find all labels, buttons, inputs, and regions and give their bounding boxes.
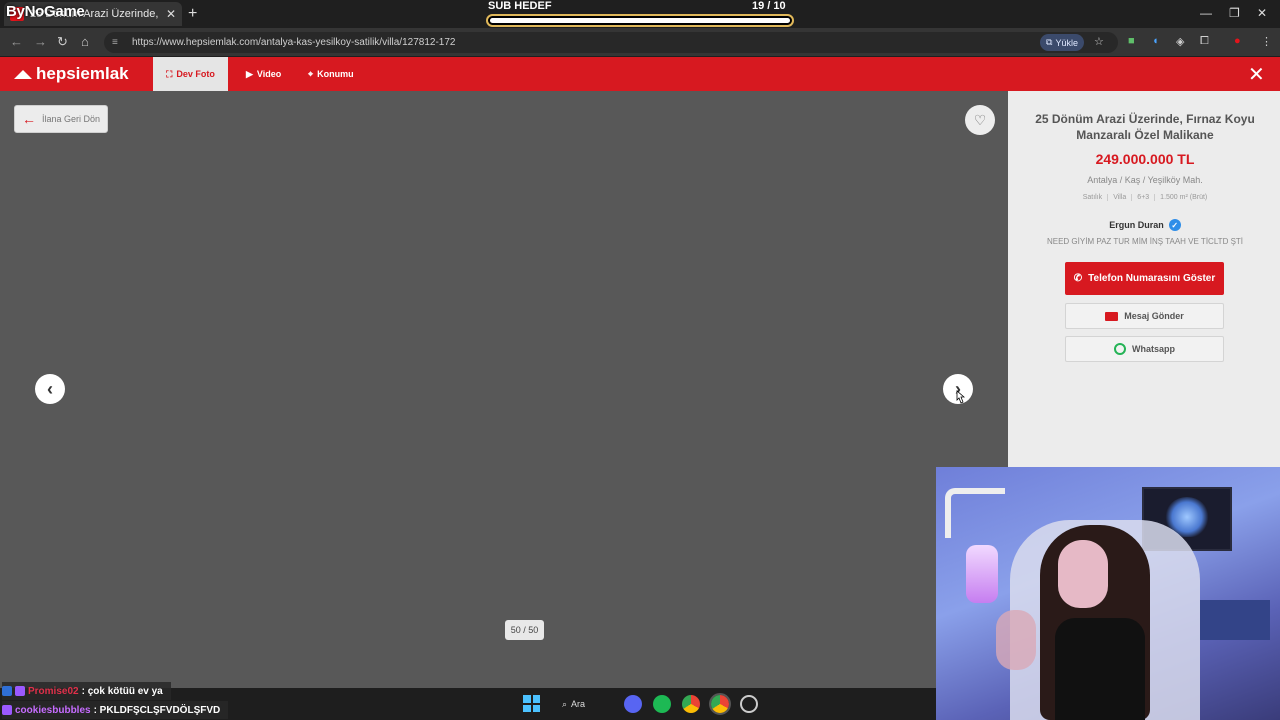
- profile-avatar-icon[interactable]: ●: [1234, 35, 1241, 47]
- photo-viewer: [0, 91, 1008, 688]
- show-phone-button[interactable]: ✆ Telefon Numarasını Göster: [1065, 262, 1224, 295]
- chat-username: cookiesbubbles: [15, 704, 91, 716]
- back-icon[interactable]: ←: [10, 34, 23, 49]
- whatsapp-label: Whatsapp: [1131, 344, 1175, 354]
- listing-attributes: Satılık Villa 6+3 1.500 m² (Brüt): [1020, 194, 1270, 201]
- audio-extension-icon[interactable]: ◖: [1152, 35, 1159, 47]
- chat-badge-icon: [2, 705, 12, 715]
- tab-konumu-label: Konumu: [317, 69, 354, 79]
- chat-text: : çok kötüü ev ya: [81, 685, 163, 697]
- arrow-left-icon: ←: [21, 111, 36, 127]
- home-icon[interactable]: ⌂: [81, 34, 89, 49]
- streamer-torso: [1055, 618, 1145, 720]
- minimize-icon[interactable]: —: [1200, 6, 1212, 20]
- streamer-face: [1058, 540, 1108, 608]
- discord-icon[interactable]: [624, 695, 642, 713]
- subgoal-progress-fill: [490, 18, 790, 23]
- obs-icon[interactable]: [740, 695, 758, 713]
- agent-company: NEED GİYİM PAZ TUR MİM İNŞ TAAH VE TİCLT…: [1046, 237, 1244, 246]
- agent-row: Ergun Duran ✓: [1020, 219, 1270, 231]
- controller-extension-icon[interactable]: ◈: [1176, 35, 1184, 48]
- expand-icon: ⛶: [166, 68, 173, 79]
- verified-check-icon: ✓: [1168, 219, 1181, 231]
- attribute-divider: [1107, 194, 1109, 201]
- search-icon: ⌕: [562, 698, 568, 709]
- tab-video[interactable]: ▶ Video: [246, 57, 281, 91]
- install-button[interactable]: ⧉ Yükle: [1040, 34, 1084, 51]
- streamer-hand: [996, 610, 1036, 670]
- pin-icon: ⌖: [308, 68, 314, 79]
- microphone: [966, 545, 998, 603]
- subgoal-progress-bar: [486, 14, 794, 27]
- taskbar-search[interactable]: ⌕ Ara: [562, 695, 585, 713]
- chat-message: Promise02 : çok kötüü ev ya: [2, 682, 171, 700]
- attribute-rooms: 6+3: [1137, 194, 1150, 201]
- favorite-button[interactable]: ♡: [965, 105, 995, 135]
- whatsapp-button[interactable]: Whatsapp: [1065, 336, 1224, 362]
- address-url: https://www.hepsiemlak.com/antalya-kas-y…: [132, 37, 456, 48]
- mouse-cursor-icon: [956, 390, 965, 404]
- menu-kebab-icon[interactable]: ⋮: [1261, 35, 1272, 48]
- install-label: Yükle: [1055, 37, 1078, 48]
- close-tab-icon[interactable]: ✕: [166, 7, 176, 21]
- address-bar[interactable]: ≡ https://www.hepsiemlak.com/antalya-kas…: [104, 32, 1118, 53]
- taskbar-search-label: Ara: [571, 699, 586, 709]
- windows-start-icon[interactable]: [523, 695, 540, 712]
- chat-badge-icon: [2, 686, 12, 696]
- extension-icon[interactable]: ■: [1128, 35, 1135, 47]
- logo-text: hepsiemlak: [36, 64, 129, 83]
- subgoal-count: 19 / 10: [752, 0, 786, 12]
- listing-price: 249.000.000 TL: [1095, 151, 1195, 167]
- spotify-icon[interactable]: [653, 695, 671, 713]
- listing-title: 25 Dönüm Arazi Üzerinde, Fırnaz Koyu Man…: [1035, 112, 1255, 142]
- hepsiemlak-logo[interactable]: hepsiemlak: [14, 64, 129, 84]
- chat-text: : PKLDFŞCLŞFVDÖLŞFVD: [93, 704, 221, 716]
- extensions-puzzle-icon[interactable]: ⧠: [1200, 35, 1209, 48]
- house-roof-icon: [14, 69, 32, 79]
- send-message-label: Mesaj Gönder: [1124, 311, 1184, 321]
- chrome-icon[interactable]: [682, 695, 700, 713]
- attribute-divider: [1131, 194, 1133, 201]
- chat-message: cookiesbubbles : PKLDFŞCLŞFVDÖLŞFVD: [2, 701, 229, 719]
- tab-konumu[interactable]: ⌖ Konumu: [308, 57, 354, 91]
- chevron-left-icon: ‹: [47, 378, 53, 399]
- mail-icon: [1105, 311, 1119, 321]
- send-message-button[interactable]: Mesaj Gönder: [1065, 303, 1224, 329]
- attribute-type: Villa: [1113, 194, 1127, 201]
- mic-arm: [945, 488, 1005, 538]
- phone-icon: ✆: [1073, 273, 1083, 284]
- install-icon: ⧉: [1046, 37, 1053, 47]
- back-to-listing-button[interactable]: ← İlana Geri Dön: [14, 105, 108, 133]
- tab-dev-foto[interactable]: ⛶ Dev Foto: [153, 57, 228, 91]
- attribute-area: 1.500 m² (Brüt): [1160, 194, 1208, 201]
- reload-icon[interactable]: ↻: [57, 34, 68, 50]
- play-icon: ▶: [246, 68, 253, 79]
- tab-dev-foto-label: Dev Foto: [176, 69, 215, 79]
- whatsapp-icon: [1113, 343, 1126, 355]
- close-gallery-icon[interactable]: ✕: [1248, 62, 1265, 87]
- previous-photo-button[interactable]: ‹: [35, 374, 65, 404]
- listing-location: Antalya / Kaş / Yeşilköy Mah.: [1087, 175, 1203, 185]
- forward-icon[interactable]: →: [34, 34, 47, 49]
- show-phone-label: Telefon Numarasını Göster: [1088, 273, 1216, 284]
- heart-icon: ♡: [973, 111, 987, 128]
- agent-name[interactable]: Ergun Duran: [1109, 220, 1164, 230]
- tab-video-label: Video: [256, 69, 282, 79]
- back-to-listing-label: İlana Geri Dön: [41, 114, 101, 124]
- subgoal-label: SUB HEDEF: [488, 0, 552, 12]
- attribute-status: Satılık: [1082, 194, 1103, 201]
- attribute-divider: [1154, 194, 1156, 201]
- chat-username: Promise02: [28, 685, 79, 697]
- close-window-icon[interactable]: ✕: [1257, 6, 1267, 20]
- photo-counter: 50 / 50: [505, 620, 544, 640]
- shelf: [1200, 600, 1270, 640]
- stream-logo: ByNoGame: [6, 3, 85, 20]
- chrome-active-icon[interactable]: [709, 693, 731, 715]
- new-tab-icon[interactable]: +: [188, 5, 197, 23]
- bookmark-star-icon[interactable]: ☆: [1094, 35, 1104, 48]
- restore-icon[interactable]: ❐: [1229, 6, 1240, 20]
- site-info-icon[interactable]: ≡: [112, 37, 124, 48]
- chat-badge-icon: [15, 686, 25, 696]
